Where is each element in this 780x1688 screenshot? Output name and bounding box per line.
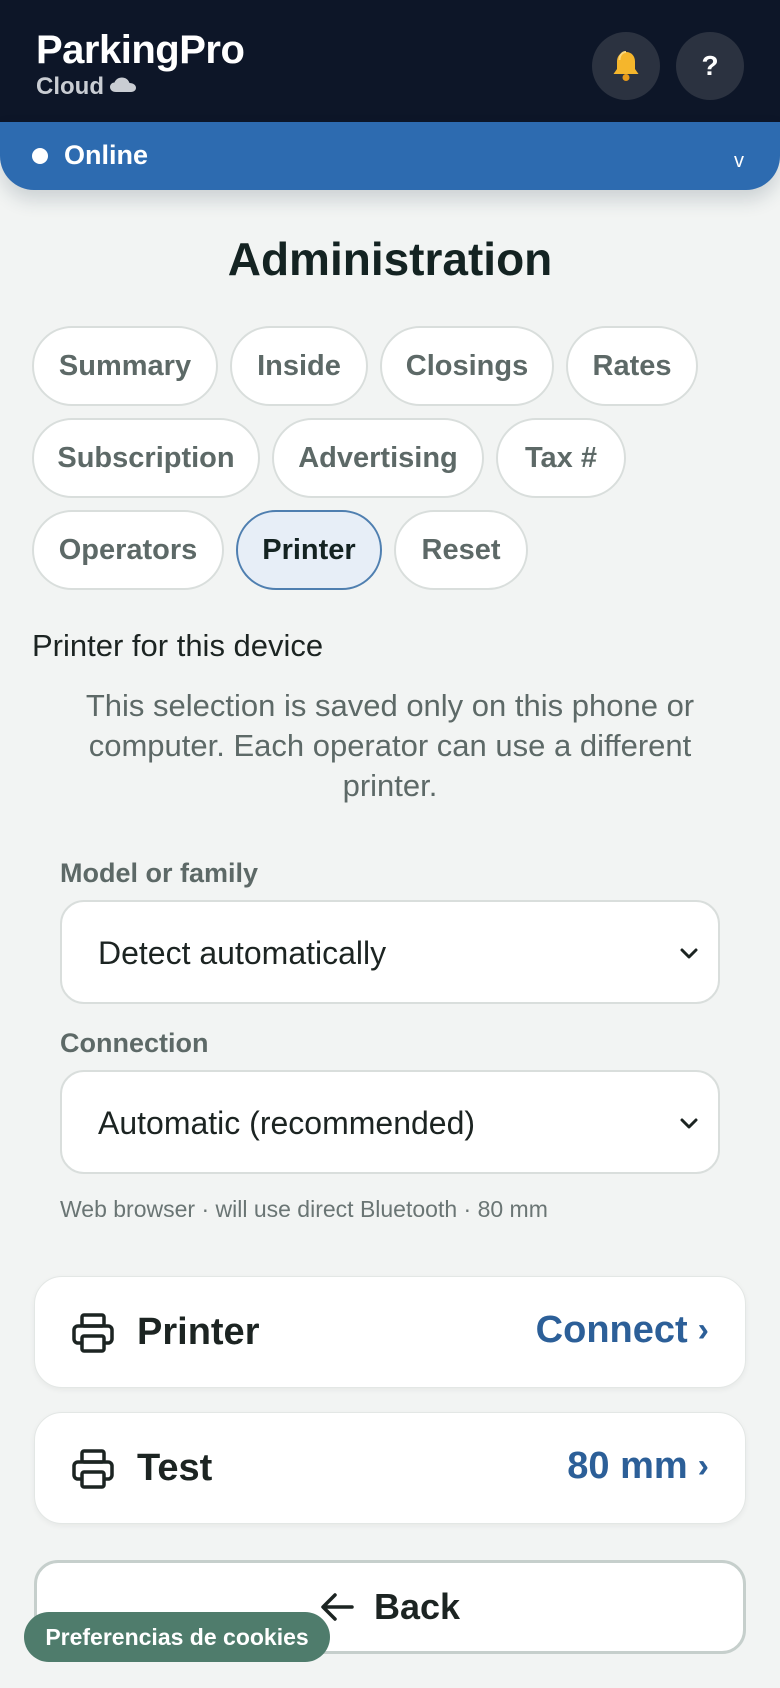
- printer-icon: [72, 1313, 114, 1353]
- paper-width-label: 80 mm: [567, 1445, 688, 1487]
- chevron-right-icon: ›: [697, 1311, 709, 1349]
- connect-label: Connect: [535, 1309, 688, 1351]
- connect-link[interactable]: Connect ›: [536, 1309, 709, 1352]
- tab-tax-number[interactable]: Tax #: [496, 418, 626, 498]
- chevron-down-icon: [680, 948, 698, 959]
- chevron-right-icon: ›: [697, 1447, 709, 1485]
- notifications-button[interactable]: [592, 32, 660, 100]
- page-title: Administration: [227, 233, 553, 285]
- app-screen: ParkingPro Cloud ? Online v Administrati…: [0, 0, 780, 1688]
- tab-inside[interactable]: Inside: [230, 326, 368, 406]
- connection-select[interactable]: Automatic (recommended): [60, 1070, 720, 1174]
- printer-card-label: Printer: [137, 1311, 260, 1353]
- tab-summary[interactable]: Summary: [32, 326, 218, 406]
- printer-icon: [72, 1449, 114, 1489]
- app-subtitle: Cloud: [36, 72, 244, 102]
- status-dot: [32, 148, 48, 164]
- tab-reset[interactable]: Reset: [394, 510, 528, 590]
- connection-select-value: Automatic (recommended): [98, 1105, 476, 1141]
- connection-label: Connection: [60, 1028, 209, 1058]
- top-bar: ParkingPro Cloud ?: [0, 0, 780, 122]
- printer-test-card[interactable]: Test 80 mm ›: [34, 1412, 746, 1524]
- brand: ParkingPro Cloud: [36, 28, 245, 102]
- status-label: Online: [64, 140, 149, 170]
- app-subtitle-text: Cloud: [36, 73, 104, 100]
- help-button[interactable]: ?: [676, 32, 744, 100]
- app-name: ParkingPro: [36, 28, 245, 72]
- chevron-down-icon: v: [734, 150, 744, 172]
- bell-icon: [613, 51, 639, 81]
- paper-width-link[interactable]: 80 mm ›: [567, 1445, 709, 1488]
- model-label: Model or family: [60, 858, 259, 888]
- tab-subscription[interactable]: Subscription: [32, 418, 260, 498]
- printer-connect-card[interactable]: Printer Connect ›: [34, 1276, 746, 1388]
- tab-advertising[interactable]: Advertising: [272, 418, 484, 498]
- tab-operators[interactable]: Operators: [32, 510, 224, 590]
- printer-hint: Web browser · will use direct Bluetooth …: [60, 1196, 548, 1222]
- tab-closings[interactable]: Closings: [380, 326, 554, 406]
- tab-rates[interactable]: Rates: [566, 326, 698, 406]
- model-select-value: Detect automatically: [98, 935, 387, 971]
- model-select[interactable]: Detect automatically: [60, 900, 720, 1004]
- section-title: Printer for this device: [32, 628, 324, 663]
- section-description: This selection is saved only on this pho…: [85, 688, 695, 803]
- test-card-label: Test: [137, 1447, 213, 1489]
- arrow-left-icon: [321, 1593, 354, 1621]
- back-label: Back: [373, 1586, 461, 1627]
- chevron-down-icon: [680, 1118, 698, 1129]
- cloud-icon: [109, 77, 136, 92]
- cookie-preferences-button[interactable]: Preferencias de cookies: [24, 1612, 330, 1662]
- tab-printer[interactable]: Printer: [236, 510, 382, 590]
- connection-status-bar[interactable]: Online v: [0, 122, 780, 190]
